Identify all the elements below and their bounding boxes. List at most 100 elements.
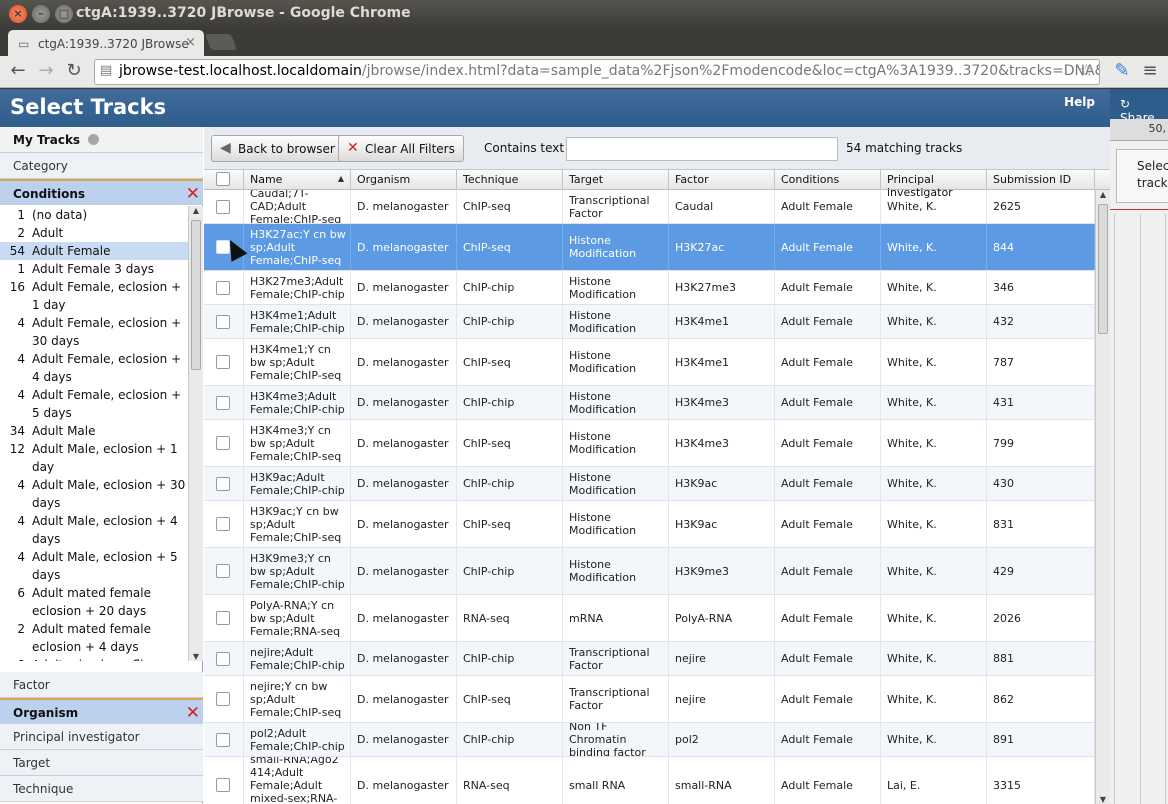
table-row[interactable]: PolyA-RNA;Y cn bw sp;Adult Female;RNA-se… [204,595,1095,642]
facet-organism[interactable]: Organism ✕ [0,698,203,724]
table-row[interactable]: H3K9ac;Adult Female;ChIP-chip D. melanoga… [204,467,1095,501]
table-row[interactable]: H3K27ac;Y cn bw sp;Adult Female;ChIP-seq… [204,224,1095,271]
scroll-down-icon[interactable]: ▼ [189,652,203,661]
column-header-organism[interactable]: Organism [351,170,457,190]
cell-conditions: Adult Female [775,339,881,385]
column-header-target[interactable]: Target [563,170,669,190]
condition-item[interactable]: 2 Adult mated female eclosion + 4 days [0,620,188,656]
row-checkbox[interactable] [216,564,230,578]
back-arrow-icon[interactable]: ← [6,60,30,81]
clear-all-filters-button[interactable]: ✕ Clear All Filters [338,135,464,162]
row-checkbox[interactable] [216,355,230,369]
table-row[interactable]: H3K27me3;Adult Female;ChIP-chip D. melano… [204,271,1095,305]
row-checkbox[interactable] [216,199,230,214]
condition-item[interactable]: 2 Adult [0,224,188,242]
facet-principal-investigator[interactable]: Principal investigator [0,724,203,750]
row-checkbox[interactable] [216,395,230,410]
clear-filter-icon[interactable]: ✕ [186,184,200,204]
bookmark-star-icon[interactable]: ☆ [1079,61,1094,81]
share-button[interactable]: ↻ Share [1110,89,1168,125]
condition-item[interactable]: 4 Adult Female, eclosion + 30 days [0,314,188,350]
row-checkbox[interactable] [216,692,230,706]
cell-target: Histone Modification [563,305,669,338]
scroll-thumb[interactable] [1098,204,1108,334]
row-checkbox[interactable] [216,280,230,295]
facet-technique[interactable]: Technique [0,776,203,802]
help-link[interactable]: Help [1064,95,1095,109]
column-header-principal-investigator[interactable]: Principal investigator [881,170,987,199]
table-row[interactable]: H3K4me1;Adult Female;ChIP-chip D. melanog… [204,305,1095,339]
row-checkbox[interactable] [216,314,230,329]
column-header-conditions[interactable]: Conditions [775,170,881,190]
conditions-scrollbar[interactable]: ▲ ▼ [188,206,203,661]
facet-my-tracks[interactable]: My Tracks [0,127,203,153]
tab-close-icon[interactable]: × [185,35,196,50]
condition-item[interactable]: 4 Adult Female, eclosion + 4 days [0,350,188,386]
row-checkbox[interactable] [216,651,230,666]
table-row[interactable]: small-RNA;Ago2 414;Adult Female;Adult mi… [204,757,1095,804]
select-tracks-tab[interactable]: Select tracks [1116,149,1168,203]
table-row[interactable]: H3K4me3;Adult Female;ChIP-chip D. melanog… [204,386,1095,420]
condition-item[interactable]: 4 Adult Female, eclosion + 5 days [0,386,188,422]
clear-filter-icon[interactable]: ✕ [186,703,200,723]
table-row[interactable]: Caudal;7T-CAD;Adult Female;ChIP-seq D. me… [204,190,1095,224]
row-checkbox[interactable] [216,732,230,747]
cell-factor: nejire [669,642,775,675]
contains-text-input[interactable] [566,137,838,161]
row-checkbox[interactable] [216,476,230,491]
condition-item[interactable]: 1 Adult Female 3 days [0,260,188,278]
condition-item[interactable]: 12 Adult Male, eclosion + 1 day [0,440,188,476]
cell-organism: D. melanogaster [351,305,457,338]
table-row[interactable]: pol2;Adult Female;ChIP-chip D. melanogast… [204,723,1095,757]
scroll-up-icon[interactable]: ▲ [1096,190,1110,199]
grid-scrollbar[interactable]: ▲ ▼ [1095,190,1110,804]
extension-icon[interactable]: ✎ [1110,60,1134,81]
cell-factor: H3K4me1 [669,339,775,385]
table-row[interactable]: H3K9me3;Y cn bw sp;Adult Female;ChIP-chi… [204,548,1095,595]
address-bar[interactable]: ▤ jbrowse-test.localhost.localdomain/jbr… [94,59,1100,85]
condition-item[interactable]: 4 Adult Male, eclosion + 5 days [0,548,188,584]
back-to-browser-button[interactable]: ◀ Back to browser [211,135,344,162]
browser-tab[interactable]: ▭ ctgA:1939..3720 JBrowse × [8,30,204,56]
column-header-technique[interactable]: Technique [457,170,563,190]
scroll-up-icon[interactable]: ▲ [189,206,203,215]
column-header-factor[interactable]: Factor [669,170,775,190]
row-checkbox[interactable] [216,778,230,792]
facet-factor[interactable]: Factor [0,672,203,698]
facet-conditions[interactable]: Conditions ✕ [0,179,203,205]
condition-item[interactable]: 16 Adult Female, eclosion + 1 day [0,278,188,314]
window-title: ctgA:1939..3720 JBrowse - Google Chrome [76,5,411,21]
column-header-submission-id[interactable]: Submission ID [987,170,1095,190]
new-tab-button[interactable] [205,34,237,50]
window-minimize-button[interactable]: – [32,5,50,23]
table-row[interactable]: nejire;Adult Female;ChIP-chip D. melanoga… [204,642,1095,676]
scroll-down-icon[interactable]: ▼ [1096,795,1110,804]
facet-category[interactable]: Category [0,153,203,179]
condition-item[interactable]: 6 Adult mated female eclosion + 20 days [0,584,188,620]
table-row[interactable]: H3K9ac;Y cn bw sp;Adult Female;ChIP-seq D… [204,501,1095,548]
cell-technique: ChIP-chip [457,305,563,338]
column-header-name[interactable]: Name ▲ [244,170,351,190]
forward-arrow-icon[interactable]: → [34,60,58,81]
window-maximize-button[interactable]: □ [55,5,73,23]
table-row[interactable]: nejire;Y cn bw sp;Adult Female;ChIP-seq D… [204,676,1095,723]
row-checkbox[interactable] [216,611,230,625]
condition-item[interactable]: 4 Adult Male, eclosion + 4 days [0,512,188,548]
facet-panel: My Tracks Category Conditions ✕ 1 (no dat… [0,127,203,804]
scroll-thumb[interactable] [191,220,201,370]
table-row[interactable]: H3K4me3;Y cn bw sp;Adult Female;ChIP-seq… [204,420,1095,467]
row-checkbox[interactable] [216,436,230,450]
condition-item[interactable]: 8Adult mixed-sex flies, [0,656,188,661]
condition-item[interactable]: 34 Adult Male [0,422,188,440]
menu-icon[interactable]: ≡ [1138,60,1162,81]
condition-item[interactable]: 4 Adult Male, eclosion + 30 days [0,476,188,512]
condition-item[interactable]: 1 (no data) [0,206,188,224]
cell-submission-id: 2625 [987,190,1095,223]
table-row[interactable]: H3K4me1;Y cn bw sp;Adult Female;ChIP-seq… [204,339,1095,386]
facet-target[interactable]: Target [0,750,203,776]
select-all-checkbox[interactable] [216,172,230,186]
reload-icon[interactable]: ↻ [62,60,86,81]
window-close-button[interactable]: × [9,5,27,23]
condition-item[interactable]: 54 Adult Female [0,242,188,260]
row-checkbox[interactable] [216,517,230,531]
